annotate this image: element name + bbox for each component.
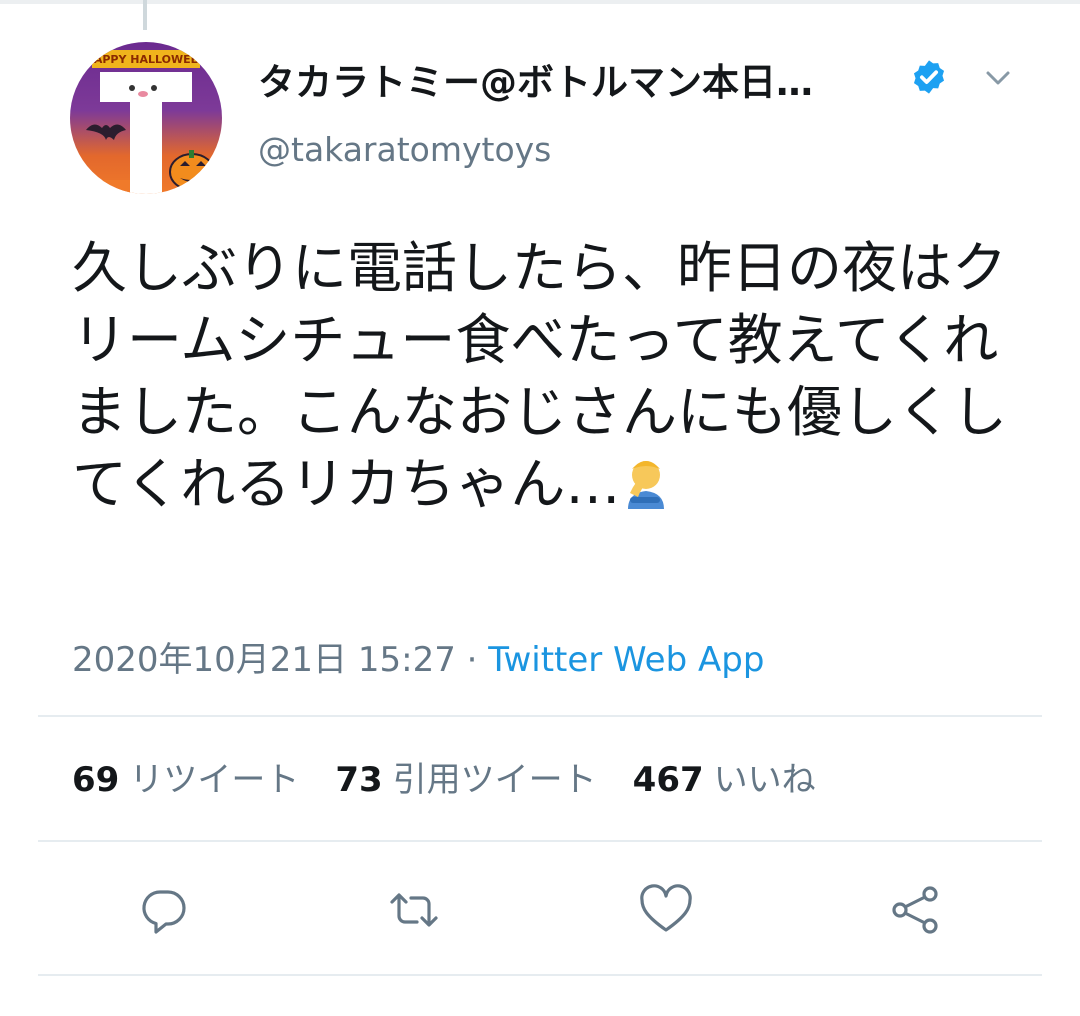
- tweet-timestamp[interactable]: 2020年10月21日 15:27: [72, 640, 456, 680]
- reply-icon[interactable]: [134, 880, 194, 940]
- tweet-meta: 2020年10月21日 15:27 · Twitter Web App: [72, 632, 764, 681]
- like-icon[interactable]: [636, 880, 696, 940]
- divider: [38, 840, 1042, 842]
- retweet-count: 69: [72, 760, 120, 800]
- divider: [38, 974, 1042, 976]
- man-facepalming-icon: [628, 461, 665, 509]
- display-name[interactable]: タカラトミー@ボトルマン本日…: [258, 52, 813, 106]
- like-label: いいね: [713, 760, 816, 800]
- avatar-hanger: [143, 0, 147, 30]
- tweet-text: 久しぶりに電話したら、昨日の夜はクリームシチュー食べたって教えてくれました。こん…: [72, 232, 1032, 520]
- tweet-source-link[interactable]: Twitter Web App: [488, 640, 764, 680]
- share-icon[interactable]: [886, 880, 946, 940]
- retweet-icon[interactable]: [384, 880, 444, 940]
- meta-separator: ·: [466, 640, 478, 680]
- retweet-label: リツイート: [129, 760, 300, 800]
- chevron-down-icon[interactable]: [980, 64, 1016, 92]
- quote-label: 引用ツイート: [392, 760, 597, 800]
- avatar[interactable]: HAPPY HALLOWEEN: [70, 42, 222, 194]
- tweet-stats: 69 リツイート 73 引用ツイート 467 いいね: [72, 752, 816, 801]
- like-count: 467: [632, 760, 704, 800]
- user-handle[interactable]: @takaratomytoys: [258, 130, 551, 169]
- divider: [38, 715, 1042, 717]
- tweet-text-body: 久しぶりに電話したら、昨日の夜はクリームシチュー食べたって教えてくれました。こん…: [72, 236, 1008, 516]
- verified-badge-icon: [913, 60, 945, 94]
- tweet-card: HAPPY HALLOWEEN タカラトミー@ボトルマン本日… @takarat…: [0, 0, 1080, 1016]
- retweet-stat[interactable]: 69 リツイート: [72, 760, 299, 800]
- avatar-banner-text: HAPPY HALLOWEEN: [85, 53, 208, 66]
- quote-stat[interactable]: 73 引用ツイート: [335, 760, 596, 800]
- avatar-illustration: HAPPY HALLOWEEN: [70, 50, 215, 194]
- like-stat[interactable]: 467 いいね: [633, 760, 816, 800]
- quote-count: 73: [335, 760, 383, 800]
